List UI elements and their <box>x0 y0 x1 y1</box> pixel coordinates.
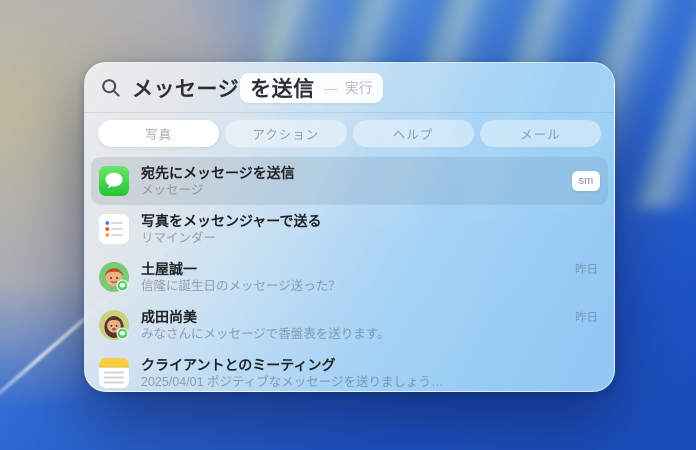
result-title: 土屋誠一 <box>141 261 600 278</box>
result-subtitle: 2025/04/01 ポジティブなメッセージを送りましょう… <box>141 375 600 390</box>
result-row-send-message[interactable]: 宛先にメッセージを送信 メッセージ sm <box>91 157 608 205</box>
search-query-text: メッセージ <box>132 73 239 103</box>
suggestion-completion-text: を送信 <box>250 73 315 103</box>
result-subtitle: 信隆に誕生日のメッセージ送った？ <box>141 279 600 294</box>
desktop: メッセージ を送信 — 実行 写真 アクション ヘルプ メール <box>0 0 696 450</box>
result-subtitle: メッセージ <box>141 183 562 198</box>
contact-avatar-woman-icon <box>99 310 129 340</box>
result-texts: 土屋誠一 信隆に誕生日のメッセージ送った？ <box>141 261 600 294</box>
filter-chip-row: 写真 アクション ヘルプ メール <box>85 113 614 154</box>
result-title: 宛先にメッセージを送信 <box>141 165 562 182</box>
result-row-note[interactable]: クライアントとのミーティング 2025/04/01 ポジティブなメッセージを送り… <box>91 349 608 392</box>
result-subtitle: みなさんにメッセージで香盤表を送ります。 <box>141 327 600 342</box>
result-title: クライアントとのミーティング <box>141 357 600 374</box>
notes-app-icon <box>99 358 129 388</box>
inline-suggestion[interactable]: を送信 — 実行 <box>240 73 383 103</box>
results-list: 宛先にメッセージを送信 メッセージ sm 写真をメッセンジャーで送る <box>85 154 614 392</box>
result-title: 成田尚美 <box>141 309 600 326</box>
filter-chip-actions[interactable]: アクション <box>225 120 346 147</box>
result-row-contact-1[interactable]: 土屋誠一 信隆に誕生日のメッセージ送った？ 昨日 <box>91 253 608 301</box>
result-timestamp: 昨日 <box>575 309 598 325</box>
suggestion-action-hint: 実行 <box>345 78 373 98</box>
shortcut-badge: sm <box>572 171 600 191</box>
result-title: 写真をメッセンジャーで送る <box>141 213 600 230</box>
result-texts: 写真をメッセンジャーで送る リマインダー <box>141 213 600 246</box>
messages-app-icon <box>99 166 129 196</box>
result-texts: クライアントとのミーティング 2025/04/01 ポジティブなメッセージを送り… <box>141 357 600 390</box>
suggestion-separator: — <box>324 80 338 96</box>
result-row-reminder[interactable]: 写真をメッセンジャーで送る リマインダー <box>91 205 608 253</box>
filter-chip-help[interactable]: ヘルプ <box>353 120 474 147</box>
search-icon <box>101 78 121 98</box>
result-subtitle: リマインダー <box>141 231 600 246</box>
result-row-contact-2[interactable]: 成田尚美 みなさんにメッセージで香盤表を送ります。 昨日 <box>91 301 608 349</box>
result-timestamp: 昨日 <box>575 261 598 277</box>
filter-chip-photos[interactable]: 写真 <box>98 120 219 147</box>
contact-avatar-man-icon <box>99 262 129 292</box>
result-texts: 成田尚美 みなさんにメッセージで香盤表を送ります。 <box>141 309 600 342</box>
reminders-app-icon <box>99 214 129 244</box>
filter-chip-mail[interactable]: メール <box>480 120 601 147</box>
result-texts: 宛先にメッセージを送信 メッセージ <box>141 165 562 198</box>
spotlight-panel: メッセージ を送信 — 実行 写真 アクション ヘルプ メール <box>84 62 615 392</box>
search-input[interactable]: メッセージ を送信 — 実行 <box>85 63 614 112</box>
